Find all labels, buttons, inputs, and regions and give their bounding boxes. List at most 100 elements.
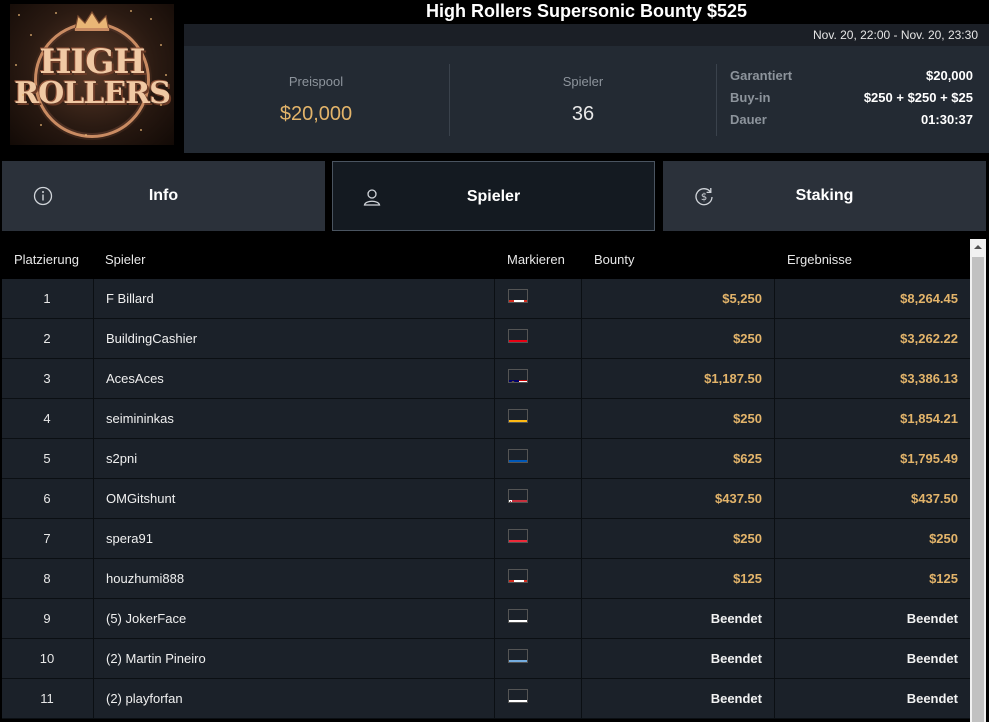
prize-pool-label: Preispool xyxy=(288,74,344,89)
prize-pool-value: $20,000 xyxy=(279,103,353,125)
table-body: 1 F Billard $5,250 $8,264.45 2 BuildingCashie… xyxy=(2,279,970,719)
logo-text-rollers: ROLLERS xyxy=(14,76,171,111)
flag-at-icon xyxy=(508,529,528,543)
result-cell: Beendet xyxy=(774,599,970,638)
mark-cell xyxy=(494,679,581,718)
sparkle-decoration xyxy=(22,94,24,96)
detail-row-guaranteed: Garantiert $20,000 xyxy=(730,68,975,90)
player-name-cell[interactable]: AcesAces xyxy=(93,359,494,398)
tab-info[interactable]: Info xyxy=(2,161,325,231)
flag-ca-icon xyxy=(508,569,528,583)
result-cell: $1,854.21 xyxy=(774,399,970,438)
table-row[interactable]: 3 AcesAces $1,187.50 $3,386.13 xyxy=(2,359,970,399)
table-row[interactable]: 4 seimininkas $250 $1,854.21 xyxy=(2,399,970,439)
tournament-logo: HIGH ROLLERS xyxy=(0,0,182,153)
player-name-cell[interactable]: s2pni xyxy=(93,439,494,478)
sparkle-decoration xyxy=(15,64,17,66)
detail-value: $250 + $250 + $25 xyxy=(863,90,973,105)
players-value: 36 xyxy=(571,103,595,125)
mark-cell xyxy=(494,279,581,318)
place-cell: 5 xyxy=(43,451,51,466)
column-header-mark[interactable]: Markieren xyxy=(507,252,565,267)
sparkle-decoration xyxy=(130,10,132,12)
mark-cell xyxy=(494,559,581,598)
flag-by-icon xyxy=(508,489,528,503)
detail-value: $20,000 xyxy=(926,68,973,83)
table-row[interactable]: 11 (2) playforfan Beendet Beendet xyxy=(2,679,970,719)
tab-staking-label: Staking xyxy=(795,187,854,204)
detail-row-buyin: Buy-in $250 + $250 + $25 xyxy=(730,90,975,112)
table-row[interactable]: 10 (2) Martin Pineiro Beendet Beendet xyxy=(2,639,970,679)
detail-value: 01:30:37 xyxy=(920,112,973,127)
place-cell: 3 xyxy=(43,371,51,386)
bounty-cell: $250 xyxy=(581,399,774,438)
result-cell: $8,264.45 xyxy=(774,279,970,318)
scroll-up-arrow-icon[interactable] xyxy=(970,239,986,255)
table-row[interactable]: 5 s2pni $625 $1,795.49 xyxy=(2,439,970,479)
player-name-cell[interactable]: OMGitshunt xyxy=(93,479,494,518)
column-header-place[interactable]: Platzierung xyxy=(14,252,79,267)
flag-ua-icon xyxy=(508,449,528,463)
table-header: Platzierung Spieler Markieren Bounty Erg… xyxy=(2,239,970,279)
table-row[interactable]: 1 F Billard $5,250 $8,264.45 xyxy=(2,279,970,319)
mark-cell xyxy=(494,399,581,438)
player-name-cell[interactable]: seimininkas xyxy=(93,399,494,438)
bounty-cell: Beendet xyxy=(581,599,774,638)
place-cell: 1 xyxy=(43,291,51,306)
player-name-cell[interactable]: BuildingCashier xyxy=(93,319,494,358)
scroll-thumb[interactable] xyxy=(972,257,984,722)
table-row[interactable]: 2 BuildingCashier $250 $3,262.22 xyxy=(2,319,970,359)
player-name-cell[interactable]: (2) playforfan xyxy=(93,679,494,718)
result-cell: $3,262.22 xyxy=(774,319,970,358)
tab-spieler[interactable]: Spieler xyxy=(332,161,655,231)
result-cell: $437.50 xyxy=(774,479,970,518)
table-row[interactable]: 7 spera91 $250 $250 xyxy=(2,519,970,559)
mark-cell xyxy=(494,439,581,478)
mark-cell xyxy=(494,639,581,678)
player-name-cell[interactable]: (2) Martin Pineiro xyxy=(93,639,494,678)
place-cell: 6 xyxy=(43,491,51,506)
result-cell: $125 xyxy=(774,559,970,598)
flag-my-icon xyxy=(508,369,528,383)
players-table: Platzierung Spieler Markieren Bounty Erg… xyxy=(2,239,970,722)
column-header-bounty[interactable]: Bounty xyxy=(594,252,634,267)
logo-image: HIGH ROLLERS xyxy=(10,4,174,145)
players-stat: Spieler 36 xyxy=(450,46,716,153)
player-name-cell[interactable]: F Billard xyxy=(93,279,494,318)
bounty-cell: $125 xyxy=(581,559,774,598)
player-name-cell[interactable]: spera91 xyxy=(93,519,494,558)
player-name-cell[interactable]: (5) JokerFace xyxy=(93,599,494,638)
column-header-player[interactable]: Spieler xyxy=(105,252,145,267)
table-row[interactable]: 9 (5) JokerFace Beendet Beendet xyxy=(2,599,970,639)
bounty-cell: $625 xyxy=(581,439,774,478)
column-header-result[interactable]: Ergebnisse xyxy=(787,252,852,267)
bounty-cell: Beendet xyxy=(581,679,774,718)
sparkle-decoration xyxy=(55,12,57,14)
bounty-cell: $437.50 xyxy=(581,479,774,518)
detail-label: Garantiert xyxy=(730,68,793,83)
flag-tn-icon xyxy=(508,329,528,343)
mark-cell xyxy=(494,519,581,558)
place-cell: 9 xyxy=(43,611,51,626)
table-row[interactable]: 8 houzhumi888 $125 $125 xyxy=(2,559,970,599)
tab-info-label: Info xyxy=(148,187,179,204)
place-cell: 10 xyxy=(39,651,55,666)
tournament-details: Garantiert $20,000 Buy-in $250 + $250 + … xyxy=(730,68,975,134)
sparkle-decoration xyxy=(160,44,162,46)
player-name-cell[interactable]: houzhumi888 xyxy=(93,559,494,598)
bounty-cell: $250 xyxy=(581,519,774,558)
result-cell: $1,795.49 xyxy=(774,439,970,478)
sparkle-decoration xyxy=(40,124,42,126)
sparkle-decoration xyxy=(85,134,87,136)
prize-pool-stat: Preispool $20,000 xyxy=(184,46,448,153)
tab-staking[interactable]: $ Staking xyxy=(663,161,986,231)
sparkle-decoration xyxy=(165,74,167,76)
table-scrollbar[interactable] xyxy=(970,239,986,722)
flag-ar-icon xyxy=(508,649,528,663)
sparkle-decoration xyxy=(140,129,142,131)
sparkle-decoration xyxy=(150,18,152,20)
flag-ru-icon xyxy=(508,689,528,703)
flag-ca-icon xyxy=(508,289,528,303)
mark-cell xyxy=(494,479,581,518)
table-row[interactable]: 6 OMGitshunt $437.50 $437.50 xyxy=(2,479,970,519)
